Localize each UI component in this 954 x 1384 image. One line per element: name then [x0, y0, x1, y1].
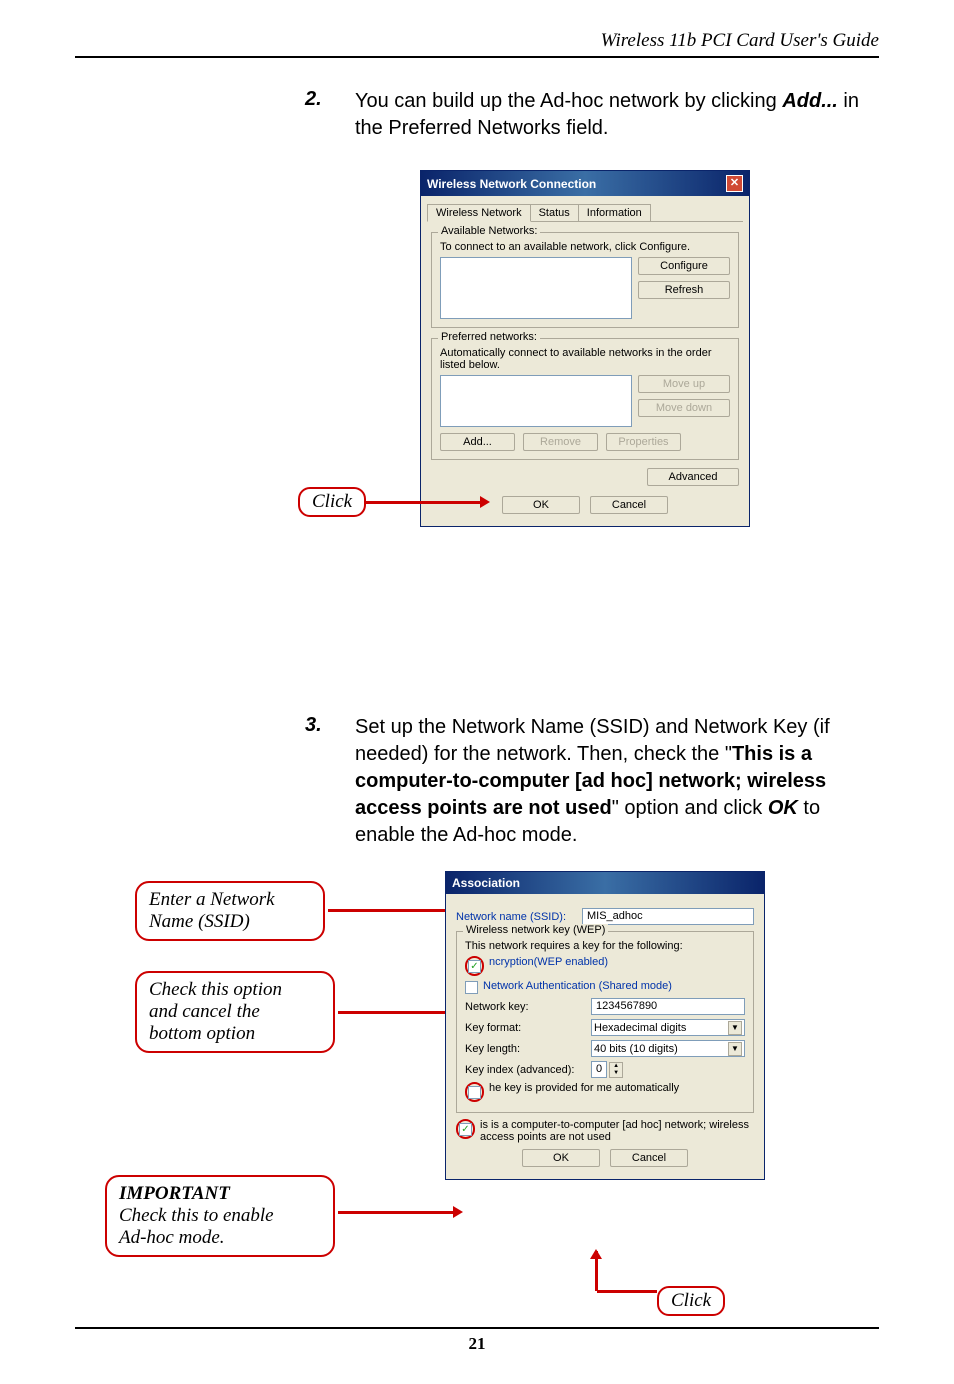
callout-line-ok2 — [597, 1290, 657, 1293]
cancel-button-1[interactable]: Cancel — [590, 496, 668, 514]
callout-ssid: Enter a Network Name (SSID) — [135, 881, 325, 941]
chk-encrypt-label: ncryption(WEP enabled) — [489, 956, 608, 968]
s3b: " option and click — [612, 797, 768, 819]
highlight-autokey — [465, 1082, 484, 1102]
s3ok: OK — [768, 797, 798, 819]
cb2b: and cancel the — [149, 1001, 321, 1023]
key-input[interactable]: 1234567890 — [591, 998, 745, 1015]
cancel-button-2[interactable]: Cancel — [610, 1149, 688, 1167]
ssid-input[interactable]: MIS_adhoc — [582, 908, 754, 925]
step-2: 2. You can build up the Ad-hoc network b… — [305, 88, 869, 142]
callout-click-2: Click — [657, 1286, 725, 1316]
index-label: Key index (advanced): — [465, 1064, 585, 1076]
step2-add: Add... — [782, 90, 838, 112]
content-body: 2. You can build up the Ad-hoc network b… — [75, 88, 879, 1321]
tab-information[interactable]: Information — [578, 204, 651, 221]
step-3-text: Set up the Network Name (SSID) and Netwo… — [355, 714, 869, 849]
caret-down-icon[interactable]: ▼ — [610, 1070, 622, 1077]
wep-legend: Wireless network key (WEP) — [463, 924, 608, 936]
preferred-listbox[interactable] — [440, 375, 632, 427]
callout-click-1: Click — [298, 487, 366, 517]
movedown-button[interactable]: Move down — [638, 399, 730, 417]
callout-check-option: Check this option and cancel the bottom … — [135, 971, 335, 1053]
spinner[interactable]: ▲▼ — [609, 1062, 623, 1078]
callout-line-important — [338, 1211, 458, 1214]
cb2a: Check this option — [149, 979, 321, 1001]
caret-up-icon[interactable]: ▲ — [610, 1063, 622, 1070]
format-select[interactable]: Hexadecimal digits ▼ — [591, 1019, 745, 1036]
length-select[interactable]: 40 bits (10 digits) ▼ — [591, 1040, 745, 1057]
step-3: 3. Set up the Network Name (SSID) and Ne… — [305, 714, 869, 849]
page-number: 21 — [0, 1334, 954, 1354]
step-3-num: 3. — [305, 714, 355, 849]
available-listbox[interactable] — [440, 257, 632, 319]
format-value: Hexadecimal digits — [594, 1022, 686, 1034]
dialog1-tabs: Wireless Network Status Information — [427, 204, 743, 222]
group-available-networks: Available Networks: To connect to an ava… — [431, 232, 739, 328]
cb3imp: IMPORTANT — [119, 1183, 321, 1205]
available-text: To connect to an available network, clic… — [440, 241, 730, 253]
dialog2-titlebar: Association — [446, 872, 764, 894]
wep-text: This network requires a key for the foll… — [465, 940, 745, 952]
tab-status[interactable]: Status — [530, 204, 579, 221]
tab-wireless-network[interactable]: Wireless Network — [427, 204, 531, 222]
checkbox-encryption[interactable] — [468, 960, 481, 973]
step2-a: You can build up the Ad-hoc network by c… — [355, 90, 782, 112]
arrow-icon — [480, 496, 490, 508]
preferred-text: Automatically connect to available netwo… — [440, 347, 730, 371]
length-label: Key length: — [465, 1043, 585, 1055]
dialog2-region: Enter a Network Name (SSID) Check this o… — [75, 871, 879, 1321]
chk-autokey-label: he key is provided for me automatically — [489, 1082, 679, 1094]
callout-line-check — [338, 1011, 458, 1014]
ssid-label: Network name (SSID): — [456, 911, 576, 923]
dialog-association: Association Network name (SSID): MIS_adh… — [445, 871, 765, 1180]
callout-important: IMPORTANT Check this to enable Ad-hoc mo… — [105, 1175, 335, 1257]
cb1a: Enter a Network — [149, 889, 311, 911]
cb2c: bottom option — [149, 1023, 321, 1045]
checkbox-adhoc[interactable] — [459, 1123, 472, 1136]
moveup-button[interactable]: Move up — [638, 375, 730, 393]
configure-button[interactable]: Configure — [638, 257, 730, 275]
ok-button-1[interactable]: OK — [502, 496, 580, 514]
step-2-text: You can build up the Ad-hoc network by c… — [355, 88, 869, 142]
dialog1-title: Wireless Network Connection — [427, 177, 596, 191]
remove-button[interactable]: Remove — [523, 433, 598, 451]
cb1b: Name (SSID) — [149, 911, 311, 933]
properties-button[interactable]: Properties — [606, 433, 681, 451]
header-title: Wireless 11b PCI Card User's Guide — [75, 30, 879, 58]
preferred-legend: Preferred networks: — [438, 331, 540, 343]
close-icon[interactable]: ✕ — [726, 175, 743, 192]
dialog-wireless-network: Wireless Network Connection ✕ Wireless N… — [420, 170, 750, 527]
group-preferred-networks: Preferred networks: Automatically connec… — [431, 338, 739, 460]
available-legend: Available Networks: — [438, 225, 540, 237]
checkbox-auth[interactable] — [465, 981, 478, 994]
length-value: 40 bits (10 digits) — [594, 1043, 678, 1055]
arrow-icon — [453, 1206, 463, 1218]
cb3b: Ad-hoc mode. — [119, 1227, 321, 1249]
footer-rule — [75, 1327, 879, 1329]
chevron-down-icon[interactable]: ▼ — [728, 1021, 742, 1035]
index-input[interactable]: 0 — [591, 1061, 607, 1078]
chk-auth-label: Network Authentication (Shared mode) — [483, 980, 672, 992]
dialog1-titlebar: Wireless Network Connection ✕ — [421, 171, 749, 196]
arrow-up-icon — [590, 1249, 602, 1259]
highlight-encrypt — [465, 956, 484, 976]
group-wep: Wireless network key (WEP) This network … — [456, 931, 754, 1113]
step-2-num: 2. — [305, 88, 355, 142]
add-button[interactable]: Add... — [440, 433, 515, 451]
dialog2-title: Association — [452, 876, 520, 890]
checkbox-autokey[interactable] — [468, 1086, 481, 1099]
format-label: Key format: — [465, 1022, 585, 1034]
refresh-button[interactable]: Refresh — [638, 281, 730, 299]
cb3a: Check this to enable — [119, 1205, 321, 1227]
dialog1-region: Click Wireless Network Connection ✕ Wire… — [75, 156, 879, 686]
ok-button-2[interactable]: OK — [522, 1149, 600, 1167]
callout-line-1 — [365, 501, 485, 504]
key-label: Network key: — [465, 1001, 585, 1013]
chk-adhoc-label: is is a computer-to-computer [ad hoc] ne… — [480, 1119, 754, 1143]
highlight-adhoc — [456, 1119, 475, 1139]
chevron-down-icon[interactable]: ▼ — [728, 1042, 742, 1056]
advanced-button[interactable]: Advanced — [647, 468, 739, 486]
